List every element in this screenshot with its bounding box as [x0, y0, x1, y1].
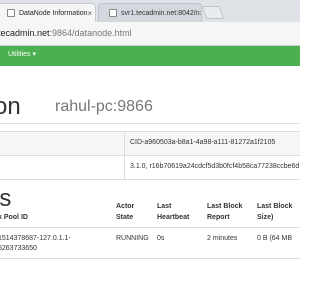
- new-tab-button[interactable]: [201, 6, 225, 19]
- col-header-actor-state-l1: Actor: [116, 203, 135, 210]
- url-text[interactable]: tecadmin.net:9864/datanode.html: [0, 28, 132, 38]
- version-value: 3.1.0, r16b70619a24cdcf5d3b0fcf4b58ca772…: [130, 163, 300, 170]
- divider: [0, 123, 300, 124]
- label-cell: [0, 156, 125, 179]
- row-divider: [0, 258, 300, 259]
- col-header-actor-state-l2: State: [116, 214, 134, 221]
- col-header-last-heartbeat-l1: Last: [157, 203, 172, 210]
- col-header-last-block-size-l2: Size): [257, 214, 274, 221]
- label-cell: [0, 132, 125, 155]
- datanode-info-table: CID-a960503a-b8a1-4a98-a111-81272a1f2105…: [0, 131, 300, 180]
- table-row: CID-a960503a-b8a1-4a98-a111-81272a1f2105: [0, 131, 300, 155]
- browser-tab-nodemanager[interactable]: svr1.tecadmin.net:8042/n ×: [98, 3, 202, 22]
- top-navbar: Utilities ▾: [0, 46, 300, 66]
- browser-tab-datanode[interactable]: DataNode Information ×: [0, 3, 96, 22]
- close-icon[interactable]: ×: [87, 9, 92, 18]
- tab-title: DataNode Information: [19, 9, 88, 17]
- col-header-last-block-report-l2: Report: [207, 214, 230, 221]
- last-block-report-value: 2 minutes: [207, 235, 238, 242]
- close-icon[interactable]: ×: [200, 9, 201, 18]
- col-header-last-block-report-l1: Last Block: [207, 203, 243, 210]
- url-path: :9864/datanode.html: [49, 28, 132, 38]
- utilities-menu[interactable]: Utilities ▾: [8, 50, 36, 58]
- page-icon: [7, 9, 15, 17]
- col-header-last-block-size-l1: Last Block: [257, 203, 293, 210]
- block-pool-id-line2: 5263733650: [0, 245, 37, 252]
- url-host: tecadmin.net: [0, 28, 50, 38]
- header-divider: [0, 227, 300, 228]
- col-header-last-heartbeat-l2: Heartbeat: [157, 214, 190, 221]
- block-pool-id-line1: 1514378687-127.0.1.1-: [0, 235, 71, 242]
- last-heartbeat-value: 0s: [157, 235, 165, 242]
- table-row: 3.1.0, r16b70619a24cdcf5d3b0fcf4b58ca772…: [0, 155, 300, 179]
- actor-state-value: RUNNING: [116, 235, 149, 242]
- page-icon: [109, 9, 117, 17]
- browser-tab-strip: DataNode Information × svr1.tecadmin.net…: [0, 0, 300, 22]
- col-header-pool-id: k Pool ID: [0, 214, 28, 221]
- page-title: on: [0, 93, 21, 120]
- last-block-size-value: 0 B (64 MB: [257, 235, 293, 242]
- table-border: [0, 179, 300, 180]
- cluster-id-value: CID-a960503a-b8a1-4a98-a111-81272a1f2105: [130, 139, 276, 146]
- block-pools-table: k Pool ID Actor State Last Heartbeat Las…: [0, 196, 300, 300]
- page-subtitle-host: rahul-pc:9866: [55, 98, 153, 115]
- address-bar[interactable]: tecadmin.net:9864/datanode.html: [0, 22, 300, 46]
- tab-title: svr1.tecadmin.net:8042/n: [121, 9, 200, 17]
